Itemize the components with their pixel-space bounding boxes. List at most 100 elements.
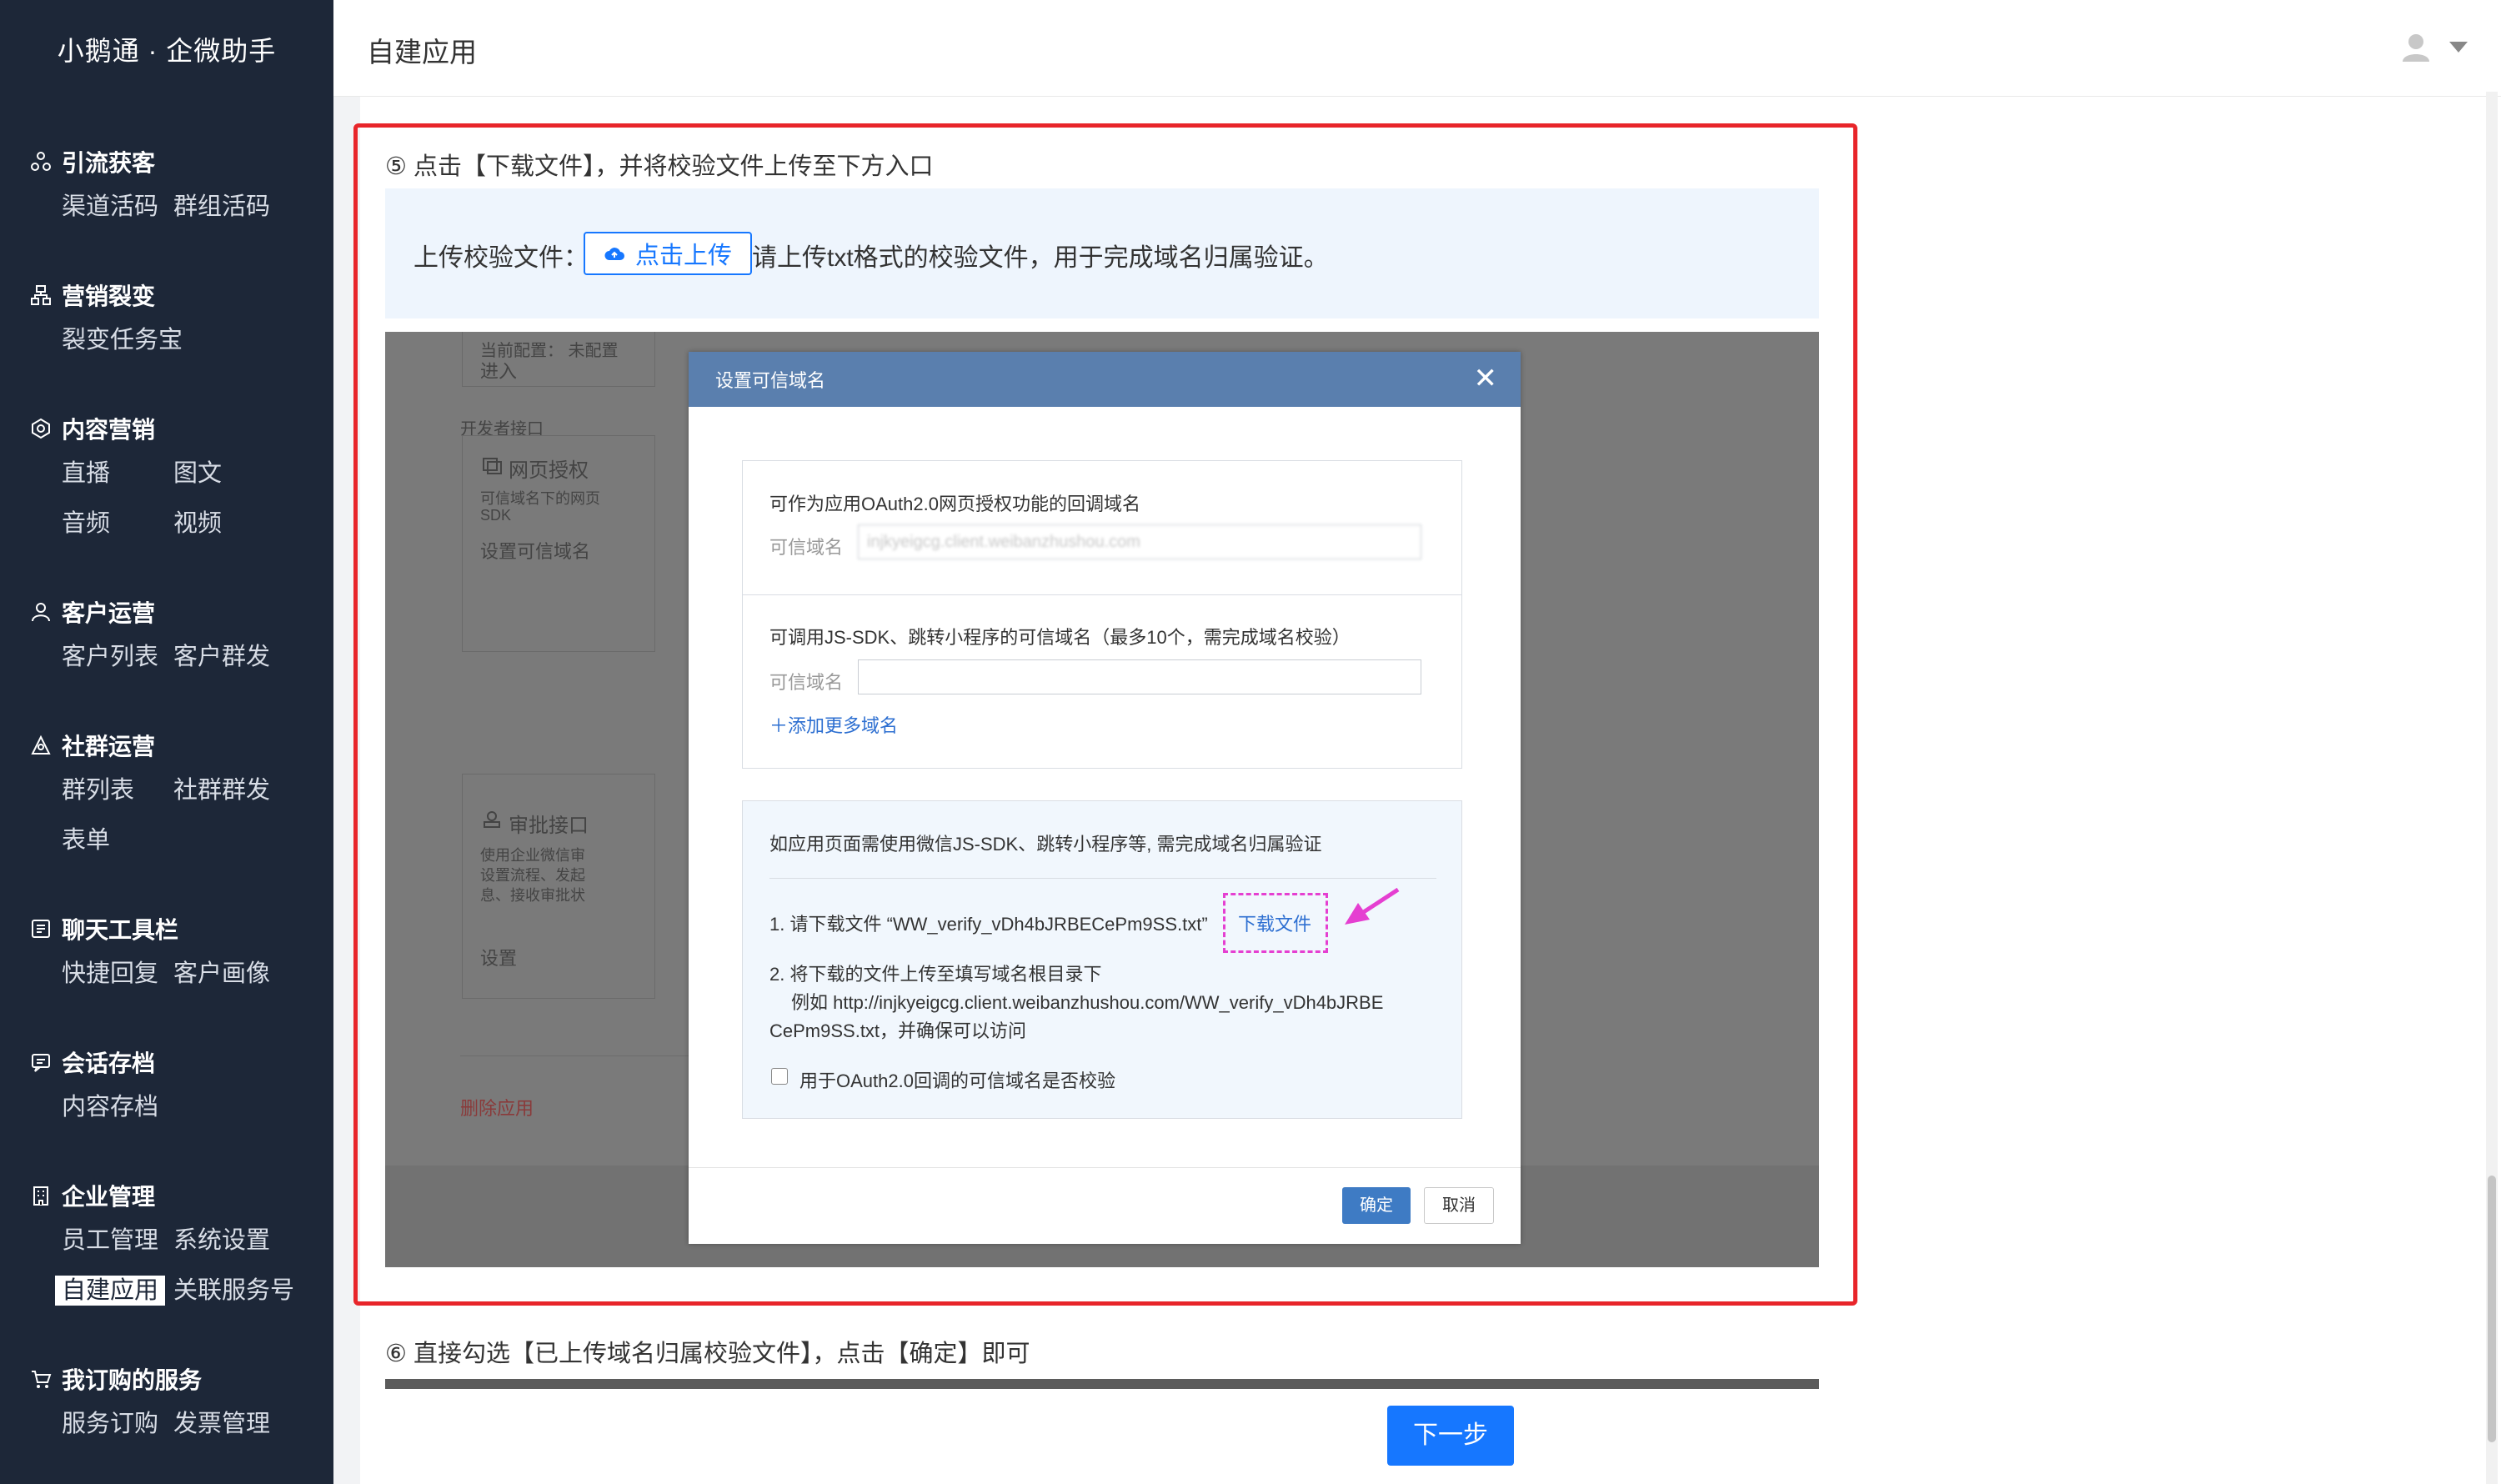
sidebar-group-title[interactable]: 营销裂变 bbox=[28, 275, 328, 315]
sidebar-item[interactable]: 服务订购 bbox=[62, 1399, 173, 1449]
share-nodes-icon bbox=[28, 149, 53, 174]
upload-button-label: 点击上传 bbox=[634, 243, 732, 269]
domain-settings-section: 可作为应用OAuth2.0网页授权功能的回调域名 可信域名 injkyeigcg… bbox=[742, 460, 1462, 769]
chevron-down-icon[interactable] bbox=[2449, 41, 2468, 53]
dialog-cancel-button[interactable]: 取消 bbox=[1424, 1187, 1494, 1224]
next-step-button[interactable]: 下一步 bbox=[1387, 1406, 1514, 1466]
oauth-domain-label: 可信域名 bbox=[769, 537, 844, 558]
sidebar-item[interactable]: 视频 bbox=[173, 499, 285, 549]
sidebar-group-items: 员工管理 系统设置 自建应用 关联服务号 bbox=[28, 1216, 328, 1316]
sidebar-group-label: 会话存档 bbox=[62, 1050, 156, 1076]
user-menu[interactable] bbox=[2399, 30, 2468, 63]
verify-example-line1: 例如 http://injkyeigcg.client.weibanzhusho… bbox=[791, 992, 1384, 1013]
add-more-domains-link[interactable]: ＋添加更多域名 bbox=[769, 711, 898, 738]
download-highlight-box bbox=[1223, 893, 1328, 953]
sidebar-item-label: 发票管理 bbox=[173, 1411, 271, 1437]
bg-enter-link: 进入 bbox=[480, 361, 518, 382]
bg-web-auth-title: 网页授权 bbox=[509, 459, 589, 482]
jssdk-domain-input[interactable] bbox=[858, 659, 1421, 694]
page-title: 自建应用 bbox=[367, 37, 477, 68]
upload-button[interactable]: 点击上传 bbox=[584, 232, 752, 275]
bg-delete-app: 删除应用 bbox=[460, 1098, 534, 1119]
sidebar-group-title[interactable]: 企业管理 bbox=[28, 1176, 328, 1216]
oauth-verify-checkbox[interactable] bbox=[771, 1068, 788, 1085]
sidebar-item[interactable]: 客户群发 bbox=[173, 632, 285, 682]
sidebar-item-label: 关联服务号 bbox=[173, 1277, 295, 1304]
user-avatar-icon[interactable] bbox=[2399, 30, 2433, 63]
archive-chat-icon bbox=[28, 1050, 53, 1075]
chat-tool-icon bbox=[28, 916, 53, 941]
page-scrollbar[interactable] bbox=[2486, 92, 2498, 1484]
sidebar-item-label: 图文 bbox=[173, 460, 223, 487]
sidebar-item[interactable]: 发票管理 bbox=[173, 1399, 285, 1449]
sidebar-item-label: 系统设置 bbox=[173, 1227, 271, 1254]
sidebar-item-label: 客户群发 bbox=[173, 644, 271, 670]
sidebar-group-title[interactable]: 我订购的服务 bbox=[28, 1359, 328, 1399]
sidebar-group-items: 裂变任务宝 bbox=[28, 315, 328, 365]
sidebar-group-title[interactable]: 内容营销 bbox=[28, 409, 328, 449]
sidebar-group-label: 引流获客 bbox=[62, 150, 156, 176]
scrollbar-thumb[interactable] bbox=[2488, 1176, 2496, 1442]
dialog-confirm-button[interactable]: 确定 bbox=[1342, 1187, 1411, 1224]
sidebar-group: 我订购的服务 服务订购 发票管理 bbox=[28, 1359, 328, 1449]
tutorial-screenshot: 当前配置： 未配置 进入 开发者接口 网页授权 可信域名下的网页 SDK 设置可… bbox=[385, 332, 1819, 1267]
upload-label: 上传校验文件： bbox=[413, 244, 589, 272]
sidebar-item-label: 表单 bbox=[62, 827, 111, 854]
sidebar-item[interactable]: 直播 bbox=[62, 449, 173, 499]
sidebar-group-items: 客户列表 客户群发 bbox=[28, 632, 328, 682]
sidebar-item[interactable]: 客户画像 bbox=[173, 949, 285, 999]
sidebar-item-label: 音频 bbox=[62, 510, 111, 537]
step6-instruction: ⑥ 直接勾选【已上传域名归属校验文件】，点击【确定】即可 bbox=[385, 1341, 1030, 1367]
sidebar-group-title[interactable]: 客户运营 bbox=[28, 592, 328, 632]
sidebar-item[interactable]: 裂变任务宝 bbox=[62, 315, 183, 365]
close-icon[interactable]: ✕ bbox=[1474, 363, 1498, 394]
sidebar-group-items: 服务订购 发票管理 bbox=[28, 1399, 328, 1449]
sidebar-item-label: 内容存档 bbox=[62, 1094, 159, 1121]
jssdk-domain-label: 可信域名 bbox=[769, 672, 844, 693]
sidebar-item[interactable]: 自建应用 bbox=[55, 1266, 173, 1316]
sidebar-item[interactable]: 渠道活码 bbox=[62, 182, 173, 232]
section-divider bbox=[743, 594, 1461, 595]
sidebar-group-label: 社群运营 bbox=[62, 734, 156, 760]
sidebar-group-title[interactable]: 引流获客 bbox=[28, 142, 328, 182]
sidebar-group-label: 客户运营 bbox=[62, 600, 156, 626]
trusted-domain-dialog: 设置可信域名 ✕ 可作为应用OAuth2.0网页授权功能的回调域名 可信域名 i… bbox=[689, 352, 1521, 1244]
sidebar-item-label: 直播 bbox=[62, 460, 111, 487]
sidebar-group-items: 群列表 社群群发表单 bbox=[28, 765, 328, 865]
sidebar-item[interactable]: 内容存档 bbox=[62, 1082, 173, 1132]
sidebar-item[interactable]: 图文 bbox=[173, 449, 285, 499]
sidebar-item[interactable]: 群列表 bbox=[62, 765, 173, 815]
sidebar-item-label: 群组活码 bbox=[173, 193, 271, 220]
cart-icon bbox=[28, 1366, 53, 1391]
sidebar-group: 聊天工具栏快捷回复 客户画像 bbox=[28, 909, 328, 999]
sidebar-item[interactable]: 关联服务号 bbox=[173, 1266, 294, 1316]
sidebar-group-label: 聊天工具栏 bbox=[62, 917, 179, 943]
sidebar-item-label: 群列表 bbox=[62, 777, 135, 804]
sidebar-group: 企业管理 员工管理 系统设置 自建应用 关联服务号 bbox=[28, 1176, 328, 1316]
sidebar-item[interactable]: 音频 bbox=[62, 499, 173, 549]
verify-divider bbox=[769, 878, 1436, 879]
sidebar: 小鹅通 · 企微助手 引流获客 渠道活码 群组活码 营销裂变 裂变任务宝 内容营销 直播 图文… bbox=[0, 0, 333, 1484]
sidebar-group-title[interactable]: 社群运营 bbox=[28, 725, 328, 765]
sidebar-group-title[interactable]: 聊天工具栏 bbox=[28, 909, 328, 949]
sidebar-item[interactable]: 客户列表 bbox=[62, 632, 173, 682]
sidebar-group: 引流获客渠道活码 群组活码 bbox=[28, 142, 328, 232]
verify-example-line2: CePm9SS.txt，并确保可以访问 bbox=[769, 1020, 1027, 1041]
sidebar-item[interactable]: 社群群发 bbox=[173, 765, 285, 815]
sidebar-item[interactable]: 表单 bbox=[62, 815, 173, 865]
web-auth-icon bbox=[483, 458, 502, 474]
sidebar-item-label: 员工管理 bbox=[62, 1227, 159, 1254]
bg-settings-link: 设置 bbox=[480, 948, 518, 969]
dialog-footer-divider bbox=[689, 1167, 1521, 1168]
building-icon bbox=[28, 1183, 53, 1208]
sidebar-item[interactable]: 快捷回复 bbox=[62, 949, 173, 999]
sidebar-item[interactable]: 员工管理 bbox=[62, 1216, 173, 1266]
verify-title: 如应用页面需使用微信JS-SDK、跳转小程序等, 需完成域名归属验证 bbox=[769, 834, 1322, 855]
sidebar-group-title[interactable]: 会话存档 bbox=[28, 1042, 328, 1082]
upload-panel: 上传校验文件： 点击上传 请上传txt格式的校验文件，用于完成域名归属验证。 bbox=[385, 188, 1819, 318]
oauth-domain-input[interactable]: injkyeigcg.client.weibanzhushou.com bbox=[858, 524, 1421, 559]
sidebar-item[interactable]: 群组活码 bbox=[173, 182, 285, 232]
sidebar-item-label: 社群群发 bbox=[173, 777, 271, 804]
sidebar-item[interactable]: 系统设置 bbox=[173, 1216, 285, 1266]
verify-step2: 2. 将下载的文件上传至填写域名根目录下 bbox=[769, 964, 1102, 985]
